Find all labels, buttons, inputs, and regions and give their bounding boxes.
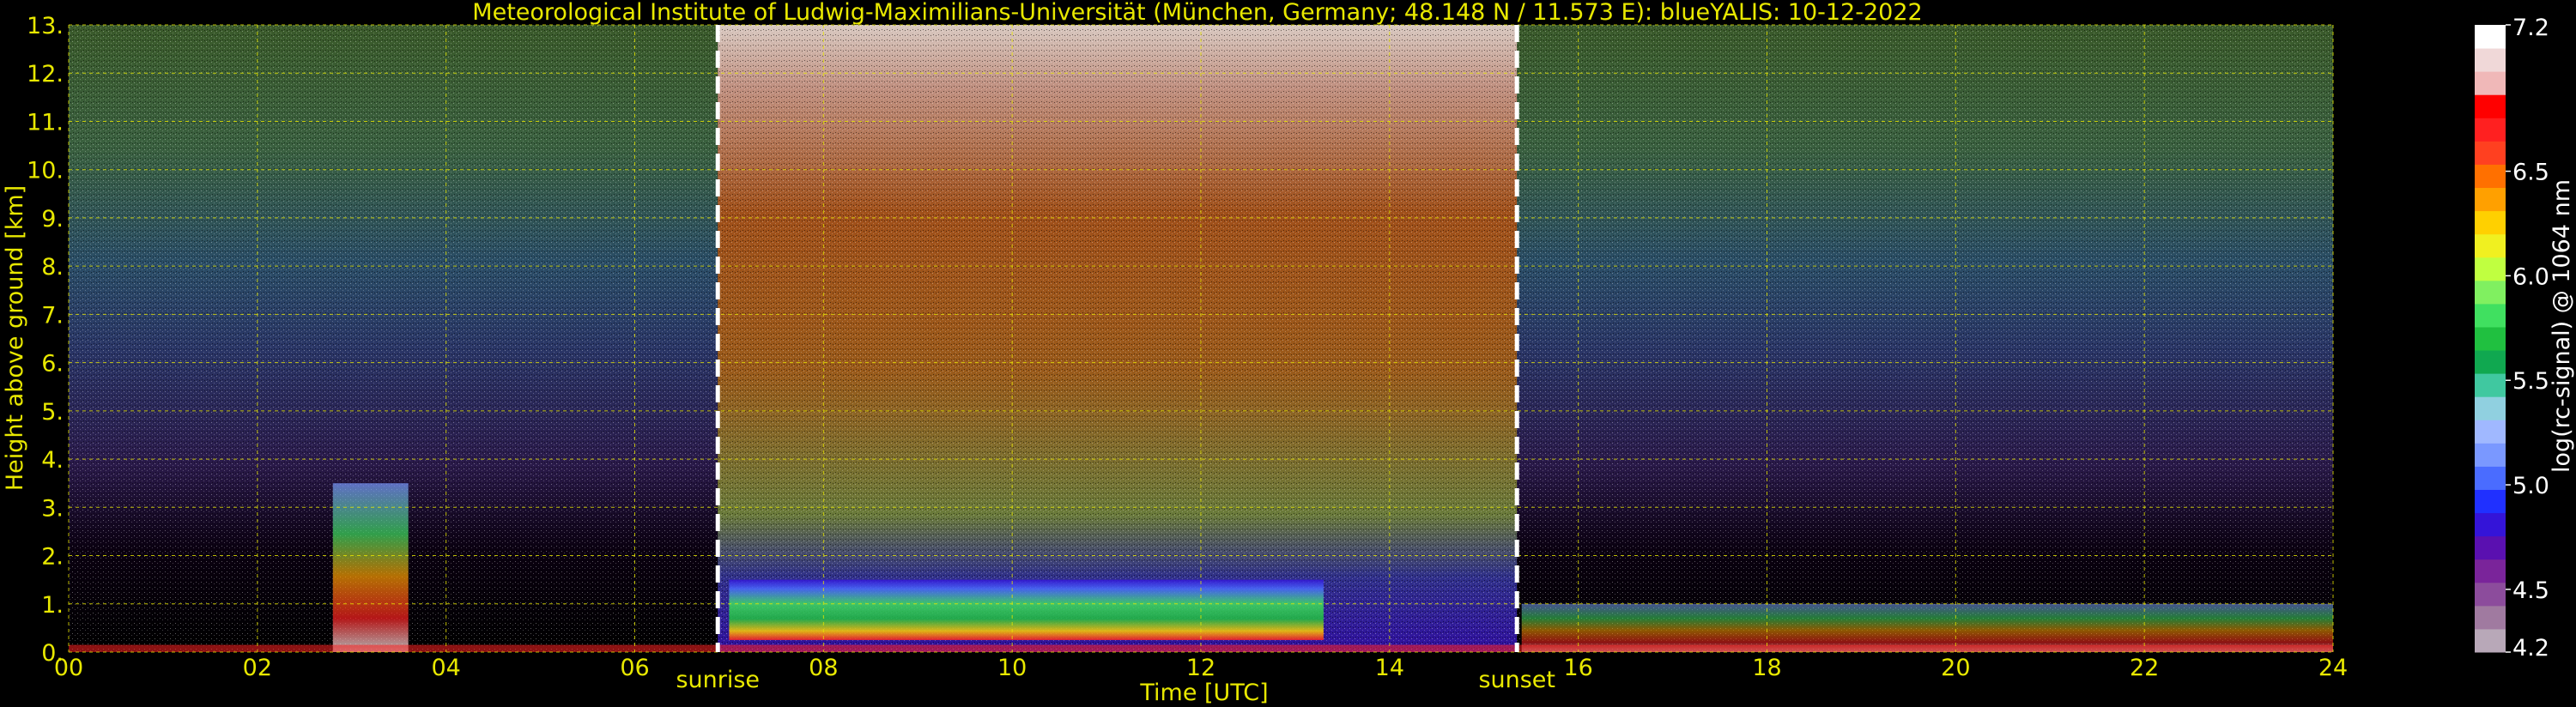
colorbar-segment <box>2475 443 2506 467</box>
x-tick-label: 18 <box>1752 655 1781 681</box>
colorbar-segment <box>2475 326 2506 351</box>
colorbar-segment <box>2475 280 2506 305</box>
x-tick-label: 24 <box>2318 655 2348 681</box>
x-axis-ticks: 00 02 04 06 08 10 12 14 16 18 20 22 24 <box>54 655 2348 681</box>
colorbar-segment <box>2475 118 2506 142</box>
colorbar-ticks: 4.2 4.5 5.0 5.5 6.0 6.5 7.2 <box>2506 15 2549 662</box>
y-tick-label: 1. <box>41 592 64 619</box>
colorbar-segment <box>2475 559 2506 583</box>
x-tick-label: 02 <box>243 655 272 681</box>
colorbar-segment <box>2475 512 2506 537</box>
colorbar-segment <box>2475 71 2506 95</box>
y-tick-label: 0. <box>41 640 64 667</box>
colorbar-segment <box>2475 141 2506 165</box>
colorbar-tick-label: 5.0 <box>2512 473 2549 499</box>
colorbar-tick-label: 5.5 <box>2512 368 2549 395</box>
x-tick-label: 14 <box>1375 655 1404 681</box>
colorbar-segment <box>2475 164 2506 189</box>
y-tick-label: 11. <box>27 109 64 136</box>
colorbar-tick-label: 4.5 <box>2512 577 2549 604</box>
colorbar-segment <box>2475 233 2506 258</box>
colorbar-tick-label: 4.2 <box>2512 635 2549 662</box>
x-tick-label: 04 <box>431 655 460 681</box>
colorbar-segment <box>2475 187 2506 212</box>
x-tick-label: 16 <box>1563 655 1592 681</box>
y-axis-ticks: 0. 1. 2. 3. 4. 5. 6. 7. 8. 9. 10. 11. 12. 13. <box>27 13 64 667</box>
y-tick-label: 5. <box>41 399 64 426</box>
x-tick-label: 06 <box>620 655 649 681</box>
colorbar-segment <box>2475 628 2506 653</box>
colorbar-segment <box>2475 582 2506 607</box>
colorbar-segment <box>2475 303 2506 328</box>
x-tick-label: 12 <box>1186 655 1215 681</box>
colorbar-label: log(rc-signal) @ 1064 nm <box>2549 179 2575 473</box>
colorbar-segment <box>2475 489 2506 514</box>
y-axis-label: Height above ground [km] <box>2 185 28 491</box>
colorbar-segment <box>2475 420 2506 444</box>
x-tick-label: 20 <box>1941 655 1970 681</box>
colorbar-tick-label: 7.2 <box>2512 15 2549 41</box>
y-tick-label: 7. <box>41 302 64 329</box>
sunset-label: sunset <box>1478 667 1555 693</box>
colorbar-tick-label: 6.5 <box>2512 160 2549 186</box>
colorbar-segment <box>2475 373 2506 397</box>
colorbar-segment <box>2475 48 2506 72</box>
y-tick-label: 8. <box>41 254 64 281</box>
colorbar <box>2475 25 2506 653</box>
y-tick-label: 6. <box>41 351 64 378</box>
colorbar-tick-label: 6.0 <box>2512 263 2549 290</box>
x-tick-label: 08 <box>809 655 838 681</box>
colorbar-segment <box>2475 535 2506 560</box>
x-tick-label: 10 <box>997 655 1027 681</box>
chart-title: Meteorological Institute of Ludwig-Maxim… <box>472 0 1922 26</box>
y-tick-label: 4. <box>41 447 64 474</box>
colorbar-segment <box>2475 466 2506 490</box>
x-tick-label: 22 <box>2130 655 2159 681</box>
colorbar-segment <box>2475 350 2506 374</box>
colorbar-segment <box>2475 396 2506 420</box>
x-axis-label: Time [UTC] <box>1139 680 1268 706</box>
colorbar-segment <box>2475 605 2506 630</box>
y-tick-label: 3. <box>41 495 64 522</box>
colorbar-segment <box>2475 94 2506 118</box>
y-tick-label: 13. <box>27 13 64 39</box>
y-tick-label: 10. <box>27 158 64 184</box>
colorbar-segment <box>2475 25 2506 49</box>
y-tick-label: 2. <box>41 544 64 571</box>
boundary-layer-band <box>729 579 1324 640</box>
y-tick-label: 12. <box>27 61 64 88</box>
colorbar-segment <box>2475 257 2506 281</box>
lidar-chart: sunrise sunset 00 02 04 06 08 10 12 14 16 18 20 22 24… <box>2 0 2575 706</box>
sunrise-label: sunrise <box>676 667 760 693</box>
y-tick-label: 9. <box>41 206 64 233</box>
early-plume <box>332 483 409 652</box>
colorbar-segment <box>2475 210 2506 235</box>
